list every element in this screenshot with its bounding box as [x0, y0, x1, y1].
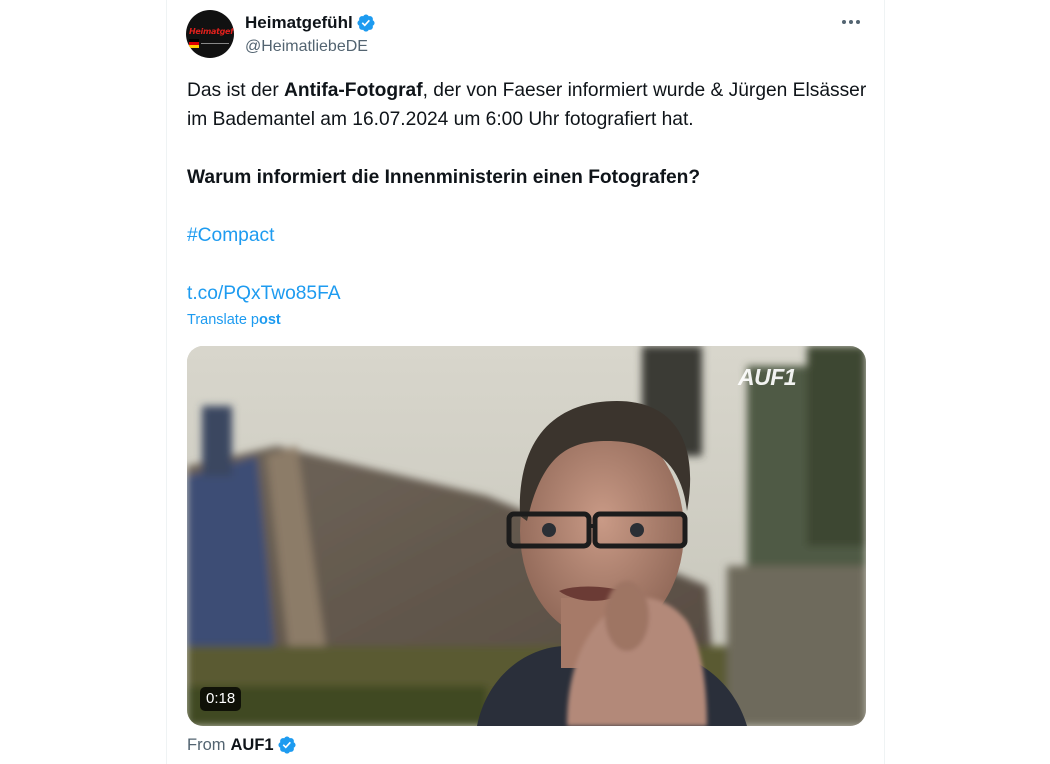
verified-badge-icon	[278, 736, 296, 754]
avatar-divider	[201, 43, 229, 44]
tweet-text-prefix: Das ist der	[187, 80, 285, 101]
author-name[interactable]: Heimatgefühl	[245, 13, 353, 33]
video-frame	[187, 346, 866, 726]
flag-icon	[189, 39, 199, 48]
media-source-attribution: From AUF1	[187, 735, 297, 755]
tweet-question: Warum informiert die Innenministerin ein…	[187, 167, 701, 188]
hashtag-link[interactable]: #Compact	[187, 225, 274, 246]
author-block: Heimatgefühl @HeimatliebeDE	[245, 12, 376, 56]
video-player[interactable]: AUF1 0:18	[187, 346, 866, 726]
tweet-text: Das ist der Antifa-Fotograf, der von Fae…	[187, 76, 867, 308]
verified-badge-icon[interactable]	[356, 13, 376, 33]
more-dots-icon	[842, 20, 860, 24]
video-watermark: AUF1	[738, 364, 797, 390]
tweet-paragraph-1: Das ist der Antifa-Fotograf, der von Fae…	[187, 76, 867, 134]
avatar-logo-text: Heimatgefühl	[189, 27, 234, 36]
translate-post-link[interactable]: Translate post	[187, 312, 281, 328]
from-label: From	[187, 735, 226, 754]
author-avatar[interactable]: Heimatgefühl	[186, 10, 234, 58]
tweet-card: Heimatgefühl Heimatgefühl @HeimatliebeDE…	[166, 0, 885, 764]
author-name-row: Heimatgefühl	[245, 12, 376, 34]
more-options-button[interactable]	[834, 10, 868, 34]
author-handle[interactable]: @HeimatliebeDE	[245, 38, 376, 56]
tweet-text-bold: Antifa-Fotograf	[284, 80, 423, 101]
source-account-link[interactable]: AUF1	[231, 736, 274, 755]
video-duration-badge: 0:18	[200, 687, 242, 711]
tweet-url-link[interactable]: t.co/PQxTwo85FA	[187, 283, 341, 304]
